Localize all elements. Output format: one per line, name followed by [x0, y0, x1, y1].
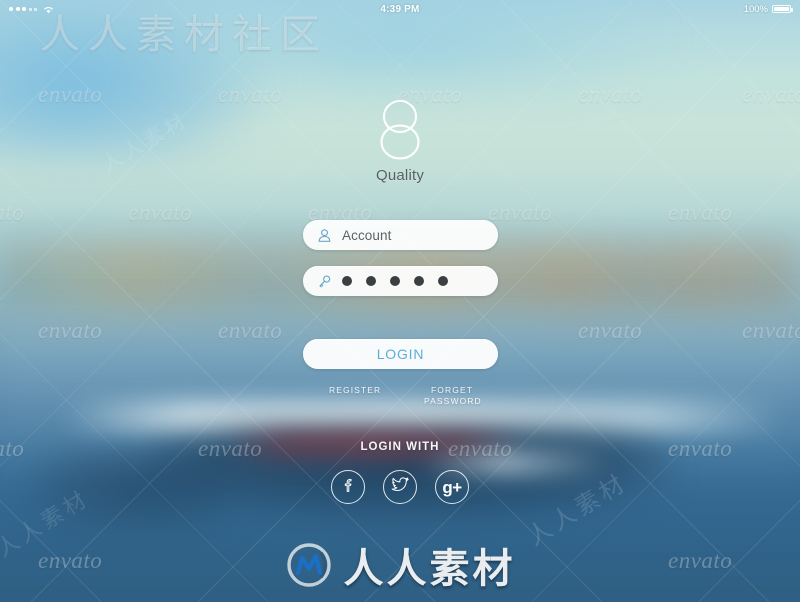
facebook-login-button[interactable] — [331, 470, 365, 504]
password-masked-value — [342, 276, 448, 286]
facebook-icon — [338, 475, 358, 500]
user-icon — [316, 227, 332, 243]
site-watermark-logo: 人人素材 — [0, 536, 800, 594]
status-bar: 4:39 PM 100% — [0, 0, 800, 18]
secondary-links: REGISTER FORGET PASSWORD — [303, 385, 498, 407]
status-bar-clock: 4:39 PM — [380, 3, 420, 15]
page-title: Quality — [375, 167, 425, 184]
rr-circle-logo-icon — [285, 541, 333, 589]
account-field[interactable]: Account — [303, 220, 498, 250]
twitter-icon — [390, 474, 411, 500]
forget-password-line1: FORGET — [430, 385, 473, 395]
register-link[interactable]: REGISTER — [329, 385, 381, 396]
site-watermark-text: 人人素材 — [343, 546, 516, 592]
password-field[interactable] — [303, 266, 498, 296]
status-bar-right: 100% — [743, 3, 793, 15]
google-plus-login-button[interactable]: g+ — [435, 470, 469, 504]
login-screen: envato envato envato envato envato envat… — [0, 0, 800, 602]
forget-password-link[interactable]: FORGET PASSWORD — [424, 385, 482, 407]
google-plus-icon: g+ — [442, 477, 462, 497]
brand-block: Quality — [0, 98, 800, 184]
social-login-heading: LOGIN WITH — [360, 441, 440, 453]
battery-percent-label: 100% — [743, 3, 768, 15]
login-content: Quality Account LOGIN REGISTER FORGET PA… — [0, 0, 800, 602]
key-icon — [316, 273, 332, 289]
login-button[interactable]: LOGIN — [303, 339, 498, 369]
social-login-buttons: g+ — [0, 470, 800, 504]
battery-full-icon — [772, 4, 793, 14]
figure-eight-logo-icon — [373, 98, 427, 160]
account-input-placeholder: Account — [342, 227, 392, 243]
forget-password-line2: PASSWORD — [424, 396, 482, 406]
twitter-login-button[interactable] — [383, 470, 417, 504]
